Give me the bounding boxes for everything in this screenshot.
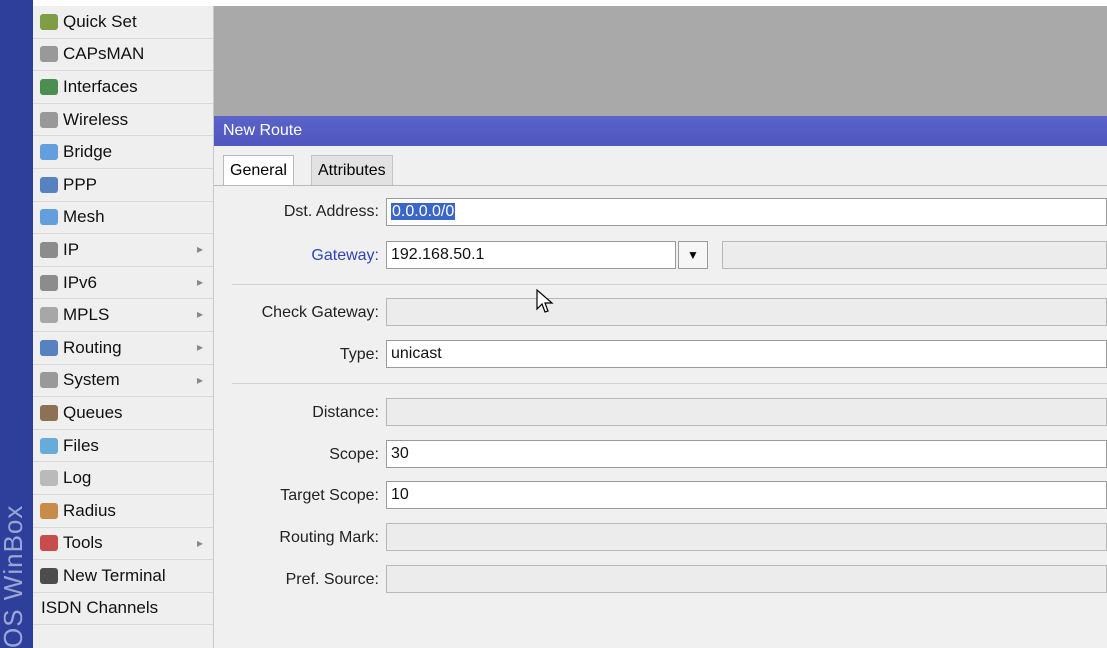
sidebar-item-label: Mesh xyxy=(63,207,105,227)
target-scope-label: Target Scope: xyxy=(280,487,379,504)
distance-label: Distance: xyxy=(312,404,379,421)
sidebar-item-label: IP xyxy=(63,239,80,259)
sidebar-item-label: New Terminal xyxy=(63,565,166,585)
folder-icon xyxy=(40,437,58,454)
sidebar-item-label: Interfaces xyxy=(63,76,138,96)
sidebar-item-label: Files xyxy=(63,435,99,455)
sidebar-item-routing[interactable]: Routing ▸ xyxy=(33,332,213,365)
target-scope-field[interactable]: 10 xyxy=(386,481,1107,509)
pref-source-field[interactable] xyxy=(386,565,1107,593)
ip-icon xyxy=(40,241,58,258)
mesh-icon xyxy=(40,209,58,226)
gateway-field[interactable]: 192.168.50.1 xyxy=(386,241,676,269)
antenna-icon xyxy=(40,46,58,63)
gateway-extra-field xyxy=(722,241,1107,269)
sidebar-item-ip[interactable]: IP ▸ xyxy=(33,234,213,267)
ppp-icon xyxy=(40,176,58,193)
sidebar-item-tools[interactable]: Tools ▸ xyxy=(33,528,213,561)
mouse-cursor-icon xyxy=(536,289,554,313)
routing-icon xyxy=(40,339,58,356)
log-icon xyxy=(40,470,58,487)
check-gateway-field[interactable] xyxy=(386,298,1107,326)
brand-text: OS WinBox xyxy=(0,504,28,648)
queues-icon xyxy=(40,404,58,421)
sidebar-item-system[interactable]: System ▸ xyxy=(33,365,213,398)
sidebar-item-interfaces[interactable]: Interfaces xyxy=(33,71,213,104)
sidebar-item-label: Quick Set xyxy=(63,11,137,31)
sidebar-item-label: PPP xyxy=(63,174,98,194)
sidebar-item-ppp[interactable]: PPP xyxy=(33,169,213,202)
check-gateway-label: Check Gateway: xyxy=(261,304,379,321)
tab-general[interactable]: General xyxy=(223,155,294,186)
dst-address-label: Dst. Address: xyxy=(283,203,379,220)
sidebar-menu: Quick Set CAPsMAN Interfaces Wireless Bridge… xyxy=(33,6,214,648)
gateway-dropdown-button[interactable]: ▼ xyxy=(678,241,708,269)
sidebar-item-label: Queues xyxy=(63,402,123,422)
sidebar-item-mesh[interactable]: Mesh xyxy=(33,202,213,235)
submenu-arrow-icon: ▸ xyxy=(196,339,203,354)
scope-label: Scope: xyxy=(329,446,379,463)
sidebar-item-label: Log xyxy=(63,468,92,488)
sidebar-item-label: System xyxy=(63,370,120,390)
tab-bar: General Attributes xyxy=(214,146,1107,186)
tools-icon xyxy=(40,535,58,552)
wand-icon xyxy=(40,13,58,30)
interfaces-icon xyxy=(40,78,58,95)
sidebar-item-label: Bridge xyxy=(63,142,113,162)
submenu-arrow-icon: ▸ xyxy=(196,274,203,289)
sidebar-item-new-terminal[interactable]: New Terminal xyxy=(33,560,213,593)
sidebar-item-label: Wireless xyxy=(63,109,129,129)
mpls-icon xyxy=(40,307,58,324)
dropdown-arrow-icon: ▼ xyxy=(687,248,699,262)
distance-field[interactable] xyxy=(386,398,1107,426)
type-field[interactable]: unicast xyxy=(386,340,1107,368)
gateway-label: Gateway: xyxy=(311,247,379,264)
antenna-icon xyxy=(40,111,58,128)
sidebar-item-files[interactable]: Files xyxy=(33,430,213,463)
radius-icon xyxy=(40,502,58,519)
sidebar-item-quick-set[interactable]: Quick Set xyxy=(33,6,213,39)
sidebar-item-label: Radius xyxy=(63,500,116,520)
type-label: Type: xyxy=(339,346,379,363)
scope-field[interactable]: 30 xyxy=(386,440,1107,468)
tab-attributes[interactable]: Attributes xyxy=(311,155,393,186)
sidebar-item-label: Routing xyxy=(63,337,122,357)
sidebar-item-bridge[interactable]: Bridge xyxy=(33,136,213,169)
terminal-icon xyxy=(40,567,58,584)
dst-address-value: 0.0.0.0/0 xyxy=(391,203,456,220)
sidebar-item-label: ISDN Channels xyxy=(41,598,159,618)
workspace-background xyxy=(214,6,1107,116)
ipv6-icon xyxy=(40,274,58,291)
window-title: New Route xyxy=(214,116,1107,146)
brand-strip: OS WinBox xyxy=(0,0,33,648)
submenu-arrow-icon: ▸ xyxy=(196,307,203,322)
sidebar-item-radius[interactable]: Radius xyxy=(33,495,213,528)
sidebar-item-label: MPLS xyxy=(63,305,110,325)
sidebar-item-label: CAPsMAN xyxy=(63,44,145,64)
sidebar-item-label: Tools xyxy=(63,533,103,553)
submenu-arrow-icon: ▸ xyxy=(196,372,203,387)
sidebar-item-mpls[interactable]: MPLS ▸ xyxy=(33,299,213,332)
pref-source-label: Pref. Source: xyxy=(285,571,379,588)
sidebar-item-isdn-channels[interactable]: ISDN Channels xyxy=(33,593,213,626)
submenu-arrow-icon: ▸ xyxy=(196,535,203,550)
sidebar-item-capsman[interactable]: CAPsMAN xyxy=(33,39,213,72)
routing-mark-label: Routing Mark: xyxy=(279,529,379,546)
sidebar-item-wireless[interactable]: Wireless xyxy=(33,104,213,137)
submenu-arrow-icon: ▸ xyxy=(196,242,203,257)
sidebar-item-ipv6[interactable]: IPv6 ▸ xyxy=(33,267,213,300)
sidebar-item-label: IPv6 xyxy=(63,272,98,292)
sidebar-item-log[interactable]: Log xyxy=(33,462,213,495)
gear-icon xyxy=(40,372,58,389)
new-route-window: New Route General Attributes Dst. Addres… xyxy=(214,116,1107,648)
routing-mark-field[interactable] xyxy=(386,523,1107,551)
sidebar-item-queues[interactable]: Queues xyxy=(33,397,213,430)
dst-address-field[interactable]: 0.0.0.0/0 xyxy=(386,198,1107,226)
bridge-icon xyxy=(40,144,58,161)
